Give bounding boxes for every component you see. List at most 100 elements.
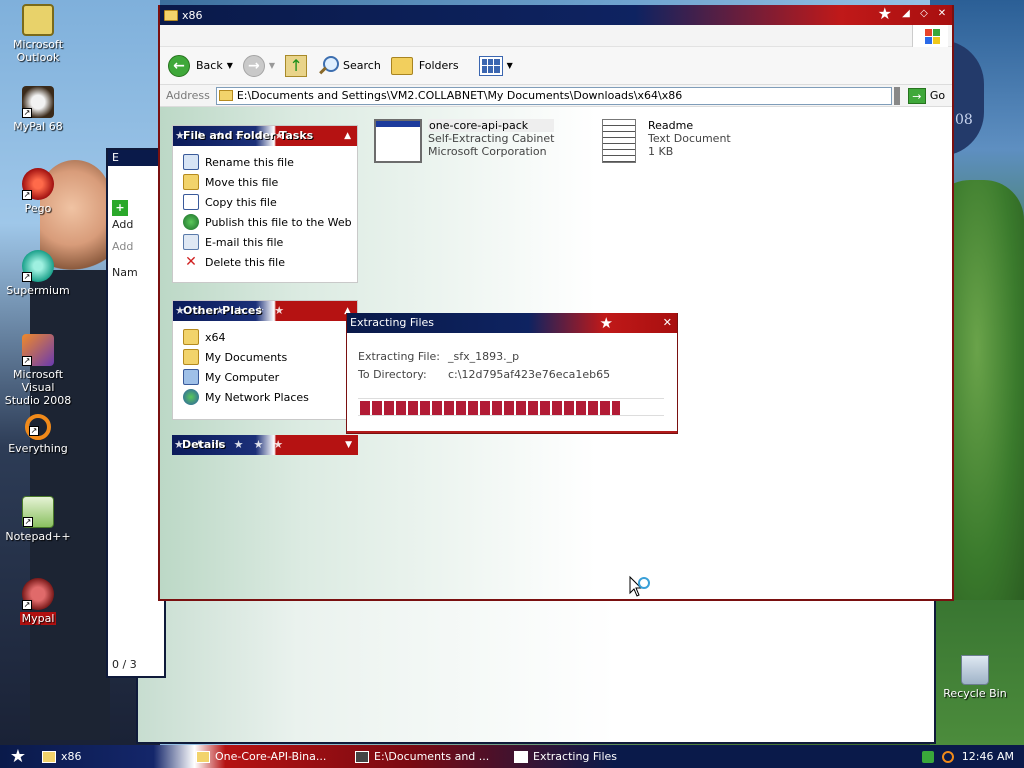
close-button[interactable]: ✕ — [936, 8, 948, 20]
desktop-icon-notepadpp[interactable]: ↗ Notepad++ — [4, 496, 72, 543]
clock[interactable]: 12:46 AM — [962, 750, 1014, 763]
status-text: 0 / 3 — [112, 658, 137, 671]
chevron-up-icon[interactable]: ▲ — [344, 126, 351, 146]
network-icon[interactable] — [921, 750, 934, 763]
task-rename[interactable]: Rename this file — [173, 152, 357, 172]
address-input[interactable]: E:\Documents and Settings\VM2.COLLABNET\… — [215, 86, 892, 105]
taskbar-item-documents[interactable]: E:\Documents and ... — [349, 746, 504, 767]
pego-icon: ↗ — [22, 168, 54, 200]
extracting-dialog[interactable]: Extracting Files ★ ✕ Extracting File: _s… — [346, 313, 678, 434]
address-bar: Address E:\Documents and Settings\VM2.CO… — [160, 85, 952, 107]
toolbar: ← Back ▼ → ▼ ↑ Search Folders ▼ — [160, 47, 952, 85]
details-panel: ★★★★★★ Details ▼ — [172, 435, 358, 455]
extracting-file-row: Extracting File: _sfx_1893._p — [358, 350, 519, 363]
task-label: Copy this file — [205, 195, 277, 209]
task-email[interactable]: E-mail this file — [173, 232, 357, 252]
shortcut-arrow-icon: ↗ — [29, 426, 39, 436]
minimize-button[interactable]: ◢ — [900, 8, 912, 20]
place-label: My Network Places — [205, 390, 309, 404]
background-window-2-titlebar[interactable]: E — [108, 150, 164, 166]
menu-bar[interactable] — [160, 25, 952, 47]
desktop-icon-mypal[interactable]: ↗ Mypal — [4, 578, 72, 625]
task-copy[interactable]: Copy this file — [173, 192, 357, 212]
desktop-icon-pego[interactable]: ↗ Pego — [4, 168, 72, 215]
panel-header[interactable]: ★★★★★★ Other Places ▲ — [173, 301, 357, 321]
panel-header[interactable]: ★★★★★★ Details ▼ — [172, 435, 358, 455]
back-button[interactable]: ← Back ▼ — [168, 54, 233, 77]
views-button[interactable]: ▼ — [478, 55, 513, 76]
taskbar-item-one-core[interactable]: One-Core-API-Bina... — [190, 746, 345, 767]
extracting-file-value: _sfx_1893._p — [448, 350, 520, 363]
folders-button[interactable]: Folders — [390, 56, 459, 75]
rename-icon — [183, 154, 199, 170]
chevron-down-icon[interactable]: ▼ — [345, 435, 352, 455]
to-directory-row: To Directory: c:\12d795af423e76eca1eb65 — [358, 368, 610, 381]
mypal-icon: ↗ — [22, 86, 54, 118]
windows-logo-icon — [912, 25, 948, 47]
outlook-icon — [22, 4, 54, 36]
other-places-panel: ★★★★★★ Other Places ▲ x64 My Documents M… — [172, 300, 358, 420]
to-directory-label: To Directory: — [358, 368, 427, 381]
chevron-down-icon[interactable]: ▼ — [269, 61, 275, 70]
place-my-documents[interactable]: My Documents — [173, 347, 357, 367]
supermium-icon: ↗ — [22, 250, 54, 282]
chevron-down-icon[interactable]: ▼ — [227, 61, 233, 70]
back-arrow-icon: ← — [168, 54, 190, 77]
place-my-computer[interactable]: My Computer — [173, 367, 357, 387]
my-documents-icon — [183, 349, 199, 365]
desktop-icon-label: Notepad++ — [5, 530, 71, 543]
forward-button[interactable]: → ▼ — [242, 54, 275, 77]
shortcut-arrow-icon: ↗ — [22, 108, 32, 118]
chevron-down-icon[interactable]: ▼ — [507, 61, 513, 70]
desktop-icon-mypal68[interactable]: ↗ MyPal 68 — [4, 86, 72, 133]
wallpaper-seal-text: 08 — [955, 112, 973, 128]
task-move[interactable]: Move this file — [173, 172, 357, 192]
shortcut-arrow-icon: ↗ — [23, 517, 33, 527]
taskbar-item-extracting[interactable]: Extracting Files — [508, 746, 658, 767]
star-icon: ★ — [599, 314, 613, 332]
up-button[interactable]: ↑ — [285, 54, 308, 77]
dialog-title: Extracting Files — [350, 316, 435, 329]
7zip-icon — [355, 750, 369, 763]
shortcut-arrow-icon: ↗ — [22, 600, 32, 610]
task-publish[interactable]: Publish this file to the Web — [173, 212, 357, 232]
window-titlebar[interactable]: x86 ★ ◢ ◇ ✕ — [160, 5, 952, 25]
search-button[interactable]: Search — [317, 55, 381, 77]
address-label: Address — [166, 89, 210, 102]
file-item[interactable]: one-core-api-pack Self-Extracting Cabine… — [374, 119, 555, 163]
folders-label: Folders — [418, 59, 459, 72]
name-column-header[interactable]: Nam — [112, 266, 138, 279]
folder-icon — [218, 90, 233, 101]
folder-up-icon: ↑ — [285, 54, 308, 77]
place-my-network-places[interactable]: My Network Places — [173, 387, 357, 407]
everything-tray-icon[interactable] — [941, 750, 954, 763]
taskbar-item-x86[interactable]: x86 — [36, 746, 186, 767]
desktop-icon-visual-studio[interactable]: ↗ Microsoft Visual Studio 2008 — [4, 334, 72, 407]
maximize-button[interactable]: ◇ — [918, 8, 930, 20]
desktop-icon-supermium[interactable]: ↗ Supermium — [4, 250, 72, 297]
desktop-icon-recycle-bin[interactable]: Recycle Bin — [940, 655, 1010, 700]
go-button[interactable]: → Go — [907, 87, 945, 104]
network-places-icon — [183, 389, 199, 405]
mypal-red-icon: ↗ — [22, 578, 54, 610]
place-x64[interactable]: x64 — [173, 327, 357, 347]
views-icon — [478, 55, 503, 76]
explorer-window[interactable]: x86 ★ ◢ ◇ ✕ ← Back ▼ → ▼ ↑ Search Folder… — [158, 5, 954, 601]
folder-icon — [164, 9, 178, 21]
file-item[interactable]: Readme Text Document 1 KB — [596, 119, 731, 163]
forward-arrow-icon: → — [242, 54, 265, 77]
folder-icon — [42, 750, 56, 763]
desktop-icon-everything[interactable]: ↗ Everything — [4, 414, 72, 455]
file-folder-tasks-panel: ★★★★★★ File and Folder Tasks ▲ Rename th… — [172, 125, 358, 283]
task-delete[interactable]: ✕ Delete this file — [173, 252, 357, 272]
desktop-icon-outlook[interactable]: Microsoft Outlook — [4, 4, 72, 64]
background-window-2[interactable]: E + Add Add Nam 0 / 3 — [106, 148, 166, 678]
address-dropdown[interactable] — [893, 86, 900, 105]
close-button[interactable]: ✕ — [663, 313, 672, 333]
delete-icon: ✕ — [185, 254, 197, 270]
panel-header[interactable]: ★★★★★★ File and Folder Tasks ▲ — [173, 126, 357, 146]
panel-title: Details — [182, 438, 226, 451]
dialog-titlebar[interactable]: Extracting Files ★ ✕ — [347, 313, 677, 333]
desktop-icon-label: Everything — [8, 442, 68, 455]
start-button[interactable]: ★ — [0, 745, 36, 768]
